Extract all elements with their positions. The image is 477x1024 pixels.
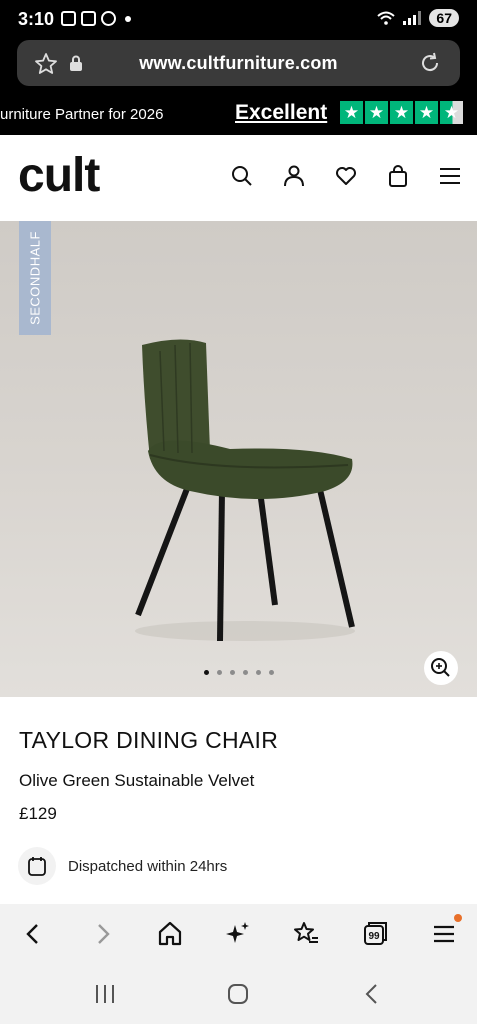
status-time: 3:10 <box>18 9 55 29</box>
system-nav-bar <box>0 966 477 1024</box>
badge-label: SECONDHALF <box>27 231 43 325</box>
star-icon: ★ <box>365 101 388 124</box>
calendar-icon <box>28 857 46 876</box>
tabs-count: 99 <box>368 931 380 942</box>
dispatch-text: Dispatched within 24hrs <box>68 857 228 875</box>
carousel-dot[interactable] <box>242 670 248 675</box>
carousel-dot[interactable] <box>229 670 235 675</box>
dispatch-icon-wrap <box>18 847 56 885</box>
browser-url-area: www.cultfurniture.com <box>0 38 477 96</box>
notification-dot <box>454 914 462 922</box>
battery-indicator: 67 <box>429 9 459 27</box>
recycle-icon <box>101 11 116 26</box>
screenshot-icon <box>61 11 76 26</box>
cart-bag-icon[interactable] <box>387 165 409 187</box>
product-image-carousel[interactable]: SECONDHALF <box>0 221 477 697</box>
home-nav-icon[interactable] <box>226 982 250 1006</box>
home-icon[interactable] <box>155 919 185 949</box>
chair-image <box>135 339 355 642</box>
trustpilot-stars: ★ ★ ★ ★ ★ <box>340 101 463 124</box>
carousel-dots <box>0 670 477 675</box>
dispatch-info: Dispatched within 24hrs <box>18 847 227 885</box>
url-bar[interactable]: www.cultfurniture.com <box>17 40 460 86</box>
back-nav-icon[interactable] <box>360 982 384 1006</box>
browser-toolbar: 99 <box>0 904 477 966</box>
wallet-icon <box>81 11 96 26</box>
star-icon: ★ <box>415 101 438 124</box>
menu-icon <box>434 925 454 943</box>
status-bar: 3:10 67 <box>0 0 477 38</box>
search-icon[interactable] <box>231 165 253 187</box>
star-icon: ★ <box>390 101 413 124</box>
product-variant: Olive Green Sustainable Velvet <box>19 771 255 790</box>
account-icon[interactable] <box>283 165 305 187</box>
more-notifications-icon <box>125 15 131 22</box>
menu-hamburger-icon[interactable] <box>439 165 461 187</box>
promo-banner: urniture Partner for 2026 Excellent ★ ★ … <box>0 96 477 135</box>
forward-arrow-icon[interactable] <box>88 919 118 949</box>
recent-apps-icon[interactable] <box>92 982 118 1006</box>
zoom-in-icon <box>431 658 450 677</box>
carousel-dot[interactable] <box>255 670 261 675</box>
carousel-dot[interactable] <box>203 670 209 675</box>
promo-partner-text: urniture Partner for 2026 <box>0 106 164 123</box>
site-header: cult <box>0 135 477 221</box>
carousel-dot[interactable] <box>268 670 274 675</box>
carousel-dot[interactable] <box>216 670 222 675</box>
product-price: £129 <box>19 804 57 823</box>
tabs-button[interactable]: 99 <box>360 919 390 949</box>
bookmarks-star-icon[interactable] <box>291 919 321 949</box>
logo[interactable]: cult <box>18 152 100 200</box>
half-star-icon: ★ <box>440 101 463 124</box>
secondhalf-badge: SECONDHALF <box>19 221 51 335</box>
reload-icon[interactable] <box>418 51 442 75</box>
sparkle-ai-icon[interactable] <box>223 919 253 949</box>
browser-menu-button[interactable] <box>430 914 462 949</box>
trustpilot-rating-label[interactable]: Excellent <box>235 101 327 125</box>
signal-icon <box>403 11 422 25</box>
url-text[interactable]: www.cultfurniture.com <box>17 53 460 74</box>
zoom-button[interactable] <box>424 651 458 685</box>
product-title: TAYLOR DINING CHAIR <box>19 727 279 753</box>
star-icon: ★ <box>340 101 363 124</box>
wishlist-heart-icon[interactable] <box>335 165 357 187</box>
notification-icons <box>61 11 131 26</box>
wifi-icon <box>377 11 396 25</box>
back-arrow-icon[interactable] <box>18 919 48 949</box>
